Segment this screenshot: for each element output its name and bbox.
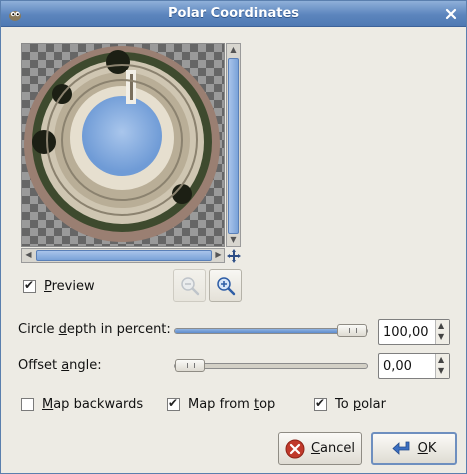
vertical-scroll-thumb[interactable] xyxy=(228,58,239,234)
title-bar: Polar Coordinates xyxy=(1,1,466,27)
zoom-in-icon xyxy=(216,276,235,295)
offset-angle-value[interactable]: 0,00 xyxy=(383,359,412,374)
map-backwards-label: Map backwards xyxy=(42,397,144,412)
scroll-down-icon[interactable]: ▼ xyxy=(228,235,239,245)
cancel-label: Cancel xyxy=(310,441,356,456)
ok-button[interactable]: OK xyxy=(371,432,457,465)
scroll-right-icon[interactable]: ▶ xyxy=(213,250,224,260)
circle-depth-slider[interactable] xyxy=(174,324,368,337)
offset-angle-slider-handle[interactable] xyxy=(175,359,205,372)
map-from-top-toggle[interactable]: Map from top xyxy=(167,396,276,412)
circle-depth-value[interactable]: 100,00 xyxy=(383,325,429,340)
circle-depth-slider-handle[interactable] xyxy=(337,324,367,337)
offset-angle-label: Offset angle: xyxy=(18,358,102,373)
preview-toggle[interactable]: Preview xyxy=(23,278,95,294)
zoom-out-button[interactable] xyxy=(173,269,206,302)
spin-down-icon[interactable]: ▼ xyxy=(438,366,444,375)
polar-coordinates-dialog: Polar Coordinates ▲ ▼ ◀ ▶ ✔ Preview Circ… xyxy=(0,0,467,474)
circle-depth-slider-fill xyxy=(175,329,352,333)
to-polar-checkbox[interactable] xyxy=(314,396,327,411)
window-title: Polar Coordinates xyxy=(168,6,299,21)
zoom-out-icon xyxy=(180,276,199,295)
ok-label: OK xyxy=(417,441,437,456)
to-polar-toggle[interactable]: To polar xyxy=(314,396,386,412)
spin-down-icon[interactable]: ▼ xyxy=(438,332,444,341)
circle-depth-label: Circle depth in percent: xyxy=(18,322,171,337)
ok-arrow-icon xyxy=(392,441,410,455)
map-from-top-checkbox[interactable] xyxy=(167,396,180,411)
circle-depth-spinbox[interactable]: 100,00 ▲ ▼ xyxy=(378,319,450,345)
preview-frame: ▲ ▼ ◀ ▶ xyxy=(21,43,242,265)
preview-horizontal-scrollbar[interactable]: ◀ ▶ xyxy=(21,248,225,263)
preview-label: Preview xyxy=(44,279,95,294)
preview-image xyxy=(21,43,225,247)
preview-vertical-scrollbar[interactable]: ▲ ▼ xyxy=(226,43,241,247)
cancel-icon xyxy=(285,439,305,458)
spin-up-icon[interactable]: ▲ xyxy=(438,355,444,364)
map-backwards-toggle[interactable]: Map backwards xyxy=(21,397,143,412)
circle-depth-spin-buttons[interactable]: ▲ ▼ xyxy=(435,320,449,344)
zoom-in-button[interactable] xyxy=(209,269,242,302)
scroll-left-icon[interactable]: ◀ xyxy=(23,250,34,260)
spin-up-icon[interactable]: ▲ xyxy=(438,321,444,330)
horizontal-scroll-thumb[interactable] xyxy=(36,250,212,261)
scroll-up-icon[interactable]: ▲ xyxy=(228,45,239,55)
preview-checkbox[interactable] xyxy=(23,278,36,293)
map-from-top-label: Map from top xyxy=(188,397,276,412)
offset-angle-spin-buttons[interactable]: ▲ ▼ xyxy=(435,354,449,378)
map-backwards-checkbox[interactable] xyxy=(21,398,34,411)
to-polar-label: To polar xyxy=(335,397,386,412)
cancel-button[interactable]: Cancel xyxy=(278,432,362,465)
close-icon[interactable] xyxy=(443,6,459,22)
offset-angle-spinbox[interactable]: 0,00 ▲ ▼ xyxy=(378,353,450,379)
polar-preview-render xyxy=(24,46,220,242)
offset-angle-slider[interactable] xyxy=(174,359,368,372)
navigate-crosshair-icon[interactable] xyxy=(227,249,241,263)
